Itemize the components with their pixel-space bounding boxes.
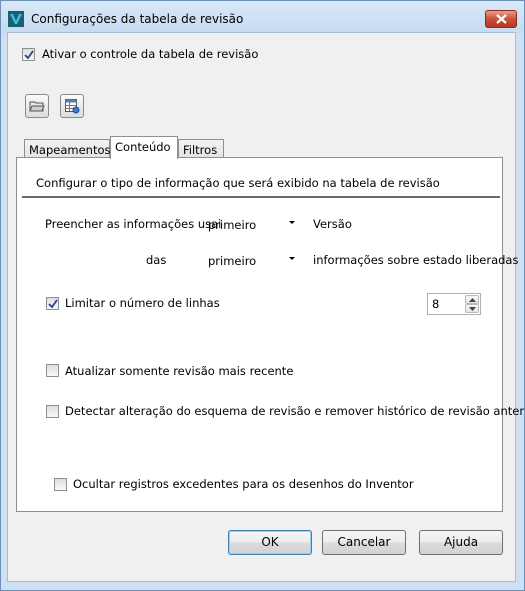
from-label: das [146, 253, 167, 267]
vault-app-icon [8, 11, 24, 27]
tab-filtros-label: Filtros [183, 143, 218, 157]
check-mark-icon [24, 50, 34, 60]
window-title: Configurações da tabela de revisão [31, 12, 244, 26]
fill-label: Preencher as informações usai [45, 217, 222, 231]
ok-button-label: OK [261, 535, 279, 549]
hide-records-label: Ocultar registros excedentes para os des… [73, 477, 414, 491]
table-settings-icon [65, 99, 80, 114]
dropdown-arrow-icon [289, 257, 295, 260]
tab-mapeamentos[interactable]: Mapeamentos [24, 139, 111, 159]
close-button[interactable] [485, 10, 517, 28]
fill-suffix: Versão [313, 217, 352, 231]
from-select-dropdown[interactable] [284, 250, 300, 268]
tab-filtros[interactable]: Filtros [178, 139, 224, 159]
from-select-value[interactable]: primeiro [208, 254, 256, 268]
table-settings-button[interactable] [60, 94, 84, 118]
detect-change-checkbox[interactable] [46, 405, 59, 418]
update-latest-label: Atualizar somente revisão mais recente [65, 364, 294, 378]
limit-rows-value[interactable]: 8 [432, 297, 439, 311]
limit-rows-spinner[interactable]: 8 [427, 293, 481, 315]
from-suffix: informações sobre estado liberadas [313, 253, 519, 267]
cancel-button[interactable]: Cancelar [322, 530, 406, 555]
tab-conteudo-label: Conteúdo [115, 140, 171, 154]
enable-control-checkbox[interactable] [22, 48, 35, 61]
hide-records-checkbox[interactable] [54, 478, 67, 491]
fill-select-dropdown[interactable] [284, 214, 300, 232]
spin-down-button[interactable] [465, 304, 479, 313]
check-mark-icon [48, 299, 58, 309]
section-header: Configurar o tipo de informação que será… [36, 176, 440, 190]
help-button[interactable]: Ajuda [419, 530, 503, 555]
title-bar[interactable]: Configurações da tabela de revisão [1, 1, 524, 33]
section-divider [22, 196, 500, 198]
open-folder-button[interactable] [25, 94, 49, 118]
fill-select-value[interactable]: primeiro [208, 218, 256, 232]
tab-mapeamentos-label: Mapeamentos [29, 143, 111, 157]
ok-button[interactable]: OK [228, 530, 312, 555]
detect-change-label: Detectar alteração do esquema de revisão… [65, 404, 525, 418]
tab-conteudo[interactable]: Conteúdo [110, 136, 178, 159]
chevron-down-icon [469, 307, 476, 311]
limit-rows-checkbox[interactable] [46, 297, 59, 310]
update-latest-checkbox[interactable] [46, 364, 59, 377]
open-folder-icon [29, 101, 45, 112]
spin-up-button[interactable] [465, 295, 479, 304]
tab-panel-conteudo [16, 157, 503, 512]
help-button-label: Ajuda [443, 535, 479, 549]
dropdown-arrow-icon [289, 221, 295, 224]
enable-control-label: Ativar o controle da tabela de revisão [42, 47, 259, 61]
close-icon [496, 14, 507, 24]
chevron-up-icon [469, 298, 476, 302]
cancel-button-label: Cancelar [337, 535, 391, 549]
limit-rows-label: Limitar o número de linhas [65, 296, 220, 310]
